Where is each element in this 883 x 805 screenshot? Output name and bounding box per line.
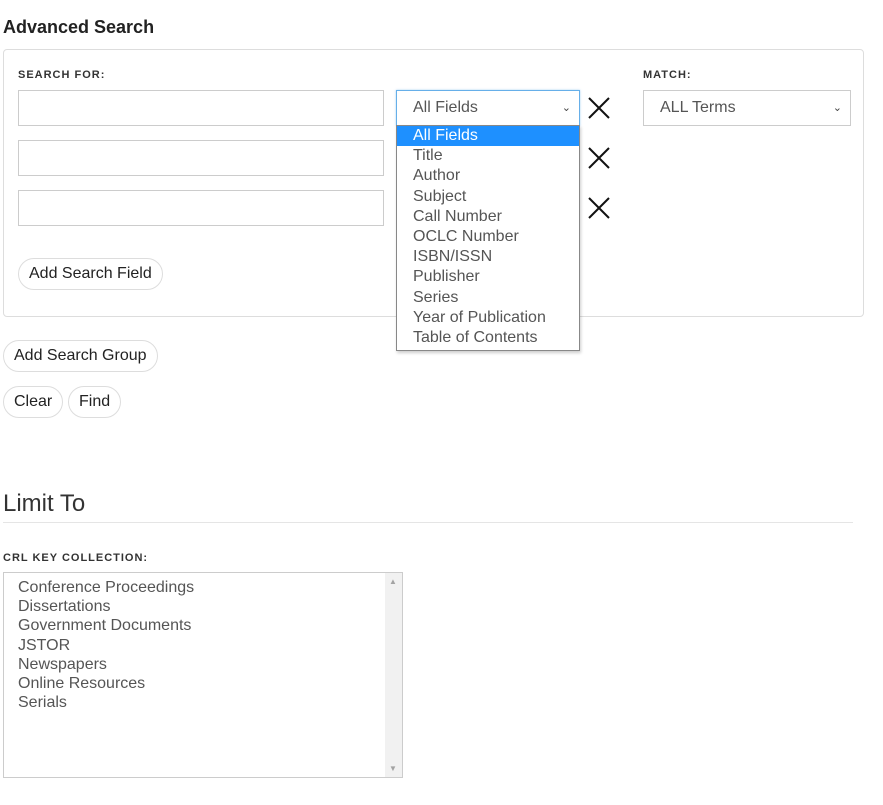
collection-listbox[interactable]: Conference Proceedings Dissertations Gov… — [3, 572, 403, 778]
list-item[interactable]: Serials — [4, 693, 402, 712]
clear-button[interactable]: Clear — [3, 386, 64, 418]
list-item[interactable]: Dissertations — [4, 597, 402, 616]
search-for-label: SEARCH FOR: — [18, 69, 106, 81]
add-search-group-button[interactable]: Add Search Group — [3, 340, 158, 372]
close-x-icon[interactable] — [587, 96, 611, 120]
match-label: MATCH: — [643, 69, 692, 81]
search-field-dropdown[interactable]: All Fields Title Author Subject Call Num… — [396, 125, 580, 351]
dropdown-option[interactable]: Series — [397, 288, 579, 308]
dropdown-option[interactable]: Year of Publication — [397, 308, 579, 328]
dropdown-option[interactable]: All Fields — [397, 126, 579, 147]
add-search-field-button[interactable]: Add Search Field — [18, 258, 163, 290]
close-x-icon[interactable] — [587, 196, 611, 220]
search-field-select-1[interactable]: All Fields ⌄ — [396, 90, 580, 126]
search-term-input-2[interactable] — [18, 140, 384, 176]
list-item[interactable]: JSTOR — [4, 636, 402, 655]
scroll-down-arrow-icon[interactable]: ▼ — [389, 764, 397, 773]
dropdown-option[interactable]: Call Number — [397, 207, 579, 227]
chevron-down-icon: ⌄ — [832, 102, 842, 114]
dropdown-option[interactable]: Table of Contents — [397, 328, 579, 348]
close-x-icon[interactable] — [587, 146, 611, 170]
dropdown-option[interactable]: Subject — [397, 187, 579, 207]
match-select[interactable]: ALL Terms ⌄ — [643, 90, 851, 126]
dropdown-option[interactable]: ISBN/ISSN — [397, 247, 579, 267]
dropdown-option[interactable]: Publisher — [397, 267, 579, 287]
dropdown-option[interactable]: Title — [397, 146, 579, 166]
chevron-down-icon: ⌄ — [561, 102, 571, 114]
search-term-input-1[interactable] — [18, 90, 384, 126]
list-item[interactable]: Government Documents — [4, 616, 402, 635]
limit-to-heading: Limit To — [3, 490, 86, 517]
crl-key-collection-label: CRL KEY COLLECTION: — [3, 552, 149, 564]
match-select-value: ALL Terms — [660, 99, 736, 116]
list-item[interactable]: Newspapers — [4, 655, 402, 674]
divider — [3, 522, 853, 523]
scroll-up-arrow-icon[interactable]: ▲ — [389, 577, 397, 586]
page-title: Advanced Search — [3, 17, 155, 37]
search-term-input-3[interactable] — [18, 190, 384, 226]
dropdown-option[interactable]: Author — [397, 166, 579, 186]
scrollbar[interactable]: ▲ ▼ — [385, 573, 402, 777]
list-item[interactable]: Online Resources — [4, 674, 402, 693]
search-field-select-1-value: All Fields — [413, 99, 478, 116]
dropdown-option[interactable]: OCLC Number — [397, 227, 579, 247]
list-item[interactable]: Conference Proceedings — [4, 578, 402, 597]
find-button[interactable]: Find — [68, 386, 122, 418]
